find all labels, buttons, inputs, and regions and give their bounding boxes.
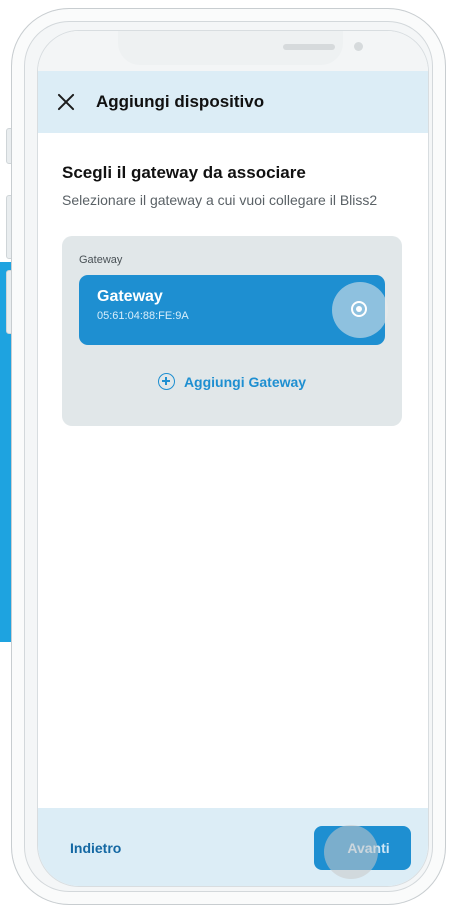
add-gateway-label: Aggiungi Gateway [183, 373, 307, 390]
camera [354, 42, 363, 51]
app-screen: Aggiungi dispositivo Scegli il gateway d… [37, 30, 429, 887]
back-button[interactable]: Indietro [70, 840, 121, 856]
page-title: Aggiungi dispositivo [96, 92, 265, 111]
app-header: Aggiungi dispositivo [38, 71, 428, 133]
selection-halo [332, 282, 388, 338]
speaker [283, 44, 335, 50]
gateway-mac-address: 05:61:04:88:FE:9A [97, 310, 189, 322]
add-gateway-button[interactable]: Aggiungi Gateway [79, 373, 385, 390]
main-content: Scegli il gateway da associare Seleziona… [38, 133, 428, 426]
plus-circle-icon [157, 373, 175, 390]
touch-indicator [324, 825, 378, 879]
status-area [38, 31, 428, 71]
gateway-panel: Gateway Gateway 05:61:04:88:FE:9A Aggiun… [62, 236, 402, 426]
section-subtitle: Selezionare il gateway a cui vuoi colleg… [62, 192, 378, 208]
radio-selected-icon[interactable] [351, 301, 367, 317]
panel-label: Gateway [79, 254, 123, 266]
footer-bar: Indietro Avanti [38, 808, 428, 886]
section-title: Scegli il gateway da associare [62, 163, 306, 182]
close-icon[interactable] [56, 92, 76, 112]
gateway-name: Gateway [97, 288, 163, 305]
notch [118, 31, 363, 65]
gateway-option[interactable]: Gateway 05:61:04:88:FE:9A [79, 275, 388, 345]
